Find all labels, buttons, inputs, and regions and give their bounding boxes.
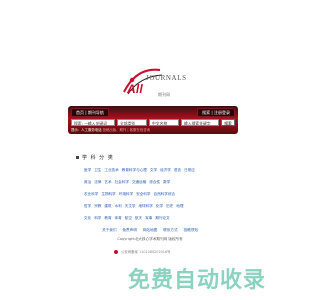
subject-link[interactable]: 法律 — [94, 180, 101, 184]
subject-link[interactable]: 文化 — [84, 216, 91, 220]
subject-link[interactable]: 航天 — [135, 216, 142, 220]
subject-link[interactable]: 医学 — [84, 168, 91, 172]
subject-link[interactable]: 建筑 — [104, 204, 111, 208]
subject-link[interactable]: 交通运输 — [132, 180, 146, 184]
subject-link[interactable]: 历史 — [166, 204, 173, 208]
subject-link[interactable]: 军事 — [145, 216, 152, 220]
subjects-heading-text: 学 科 分 类 — [82, 155, 114, 161]
subject-link[interactable]: 地理 — [176, 204, 183, 208]
subject-link[interactable]: 日常应 — [184, 168, 195, 172]
subject-link[interactable]: 生物科学 — [101, 192, 115, 196]
search-tip-highlight[interactable]: 投稿出版、期刊 | 客服在线咨询 — [103, 128, 150, 132]
subject-link[interactable]: 社会科学 — [115, 180, 129, 184]
copyright: Copyright北大核心学术期刊网 版权所有 — [117, 237, 183, 241]
subject-link[interactable]: 体育 — [115, 216, 122, 220]
tab-home[interactable]: 首页 | 期刊导航 — [71, 108, 109, 117]
subject-link[interactable]: 自然科学综合 — [154, 192, 176, 196]
tab-search[interactable]: 搜索 | 注册登录 — [197, 108, 235, 117]
subject-link[interactable]: 水利 — [115, 204, 122, 208]
subject-link[interactable]: 工业技术 — [104, 168, 118, 172]
footer-link[interactable]: 免责声明 — [122, 228, 136, 232]
police-badge-icon — [114, 250, 118, 254]
police-record-text[interactable]: 公安网备案 1101080202016号 — [121, 250, 170, 254]
subject-row-3: 农业科学 生物科学 环境科学 安全科学 自然科学综合 — [84, 192, 234, 197]
field-select[interactable]: 中文名称 — [149, 119, 179, 126]
logo-journals-text: JOURNALS — [146, 74, 187, 82]
subject-link[interactable]: 政治 — [84, 180, 91, 184]
subject-link[interactable]: 综合性 — [149, 180, 160, 184]
subject-link[interactable]: 宗教 — [94, 204, 101, 208]
subject-link[interactable]: 数学 — [163, 180, 170, 184]
subject-link[interactable]: 语言 — [174, 168, 181, 172]
subject-link[interactable]: 航空 — [125, 216, 132, 220]
subject-link[interactable]: 艺术 — [104, 180, 111, 184]
footer-links: 关于我们 免责声明 网站地图 联系方式 投稿须知 — [0, 228, 300, 233]
watermark: 免费自动收录 — [128, 268, 267, 293]
search-panel: 首页 | 期刊导航 搜索 | 注册登录 搜索: 一输入关键词 全部类别 中文名称… — [68, 106, 238, 134]
keyword-input[interactable]: 搜索: 一输入关键词 — [71, 119, 115, 126]
logo-subtitle: 期刊网 — [158, 92, 170, 97]
search-tip: 提示：人工服务电话 投稿出版、期刊 | 客服在线咨询 — [71, 128, 235, 133]
subjects-heading: 学 科 分 类 — [76, 154, 114, 161]
subject-row-5: 文化 科学 教育 体育 航空 航天 军事 期刊论文 — [84, 216, 234, 221]
subject-link[interactable]: 哲学 — [84, 204, 91, 208]
footer-link[interactable]: 网站地图 — [143, 228, 157, 232]
subject-row-4: 哲学 宗教 建筑 水利 天文学 地球科学 化学 历史 地理 — [84, 204, 234, 209]
subject-link[interactable]: 教育 — [104, 216, 111, 220]
search-tip-text: 提示：人工服务电话 — [71, 128, 102, 132]
subject-link[interactable]: 地球科学 — [139, 204, 153, 208]
extra-input[interactable]: 输入搜索关键字 — [181, 119, 219, 126]
footer-link[interactable]: 关于我们 — [102, 228, 116, 232]
subject-link[interactable]: 环境科学 — [119, 192, 133, 196]
subject-link[interactable]: 文学 — [150, 168, 157, 172]
category-select[interactable]: 全部类别 — [117, 119, 147, 126]
logo-brand-text: All — [127, 82, 143, 96]
subject-link[interactable]: 期刊论文 — [155, 216, 169, 220]
footer-link[interactable]: 联系方式 — [163, 228, 177, 232]
search-button[interactable]: 搜索 — [221, 119, 235, 126]
subject-row-1: 医学 卫生 工业技术 教育科学与心理 文学 经济学 语言 日常应 — [84, 168, 234, 173]
site-logo[interactable]: All JOURNALS 期刊网 — [118, 66, 187, 100]
police-record: 公安网备案 1101080202016号 — [114, 250, 170, 255]
subject-link[interactable]: 卫生 — [94, 168, 101, 172]
subject-link[interactable]: 科学 — [94, 216, 101, 220]
subject-link[interactable]: 教育科学与心理 — [122, 168, 147, 172]
search-row: 搜索: 一输入关键词 全部类别 中文名称 输入搜索关键字 搜索 — [71, 119, 235, 127]
subject-link[interactable]: 经济学 — [160, 168, 171, 172]
bullet-icon — [76, 156, 79, 159]
footer-link[interactable]: 投稿须知 — [184, 228, 198, 232]
subject-row-2: 政治 法律 艺术 社会科学 交通运输 综合性 数学 — [84, 180, 234, 185]
subject-link[interactable]: 农业科学 — [84, 192, 98, 196]
subject-link[interactable]: 天文学 — [125, 204, 136, 208]
subject-link[interactable]: 化学 — [156, 204, 163, 208]
subject-link[interactable]: 安全科学 — [136, 192, 150, 196]
